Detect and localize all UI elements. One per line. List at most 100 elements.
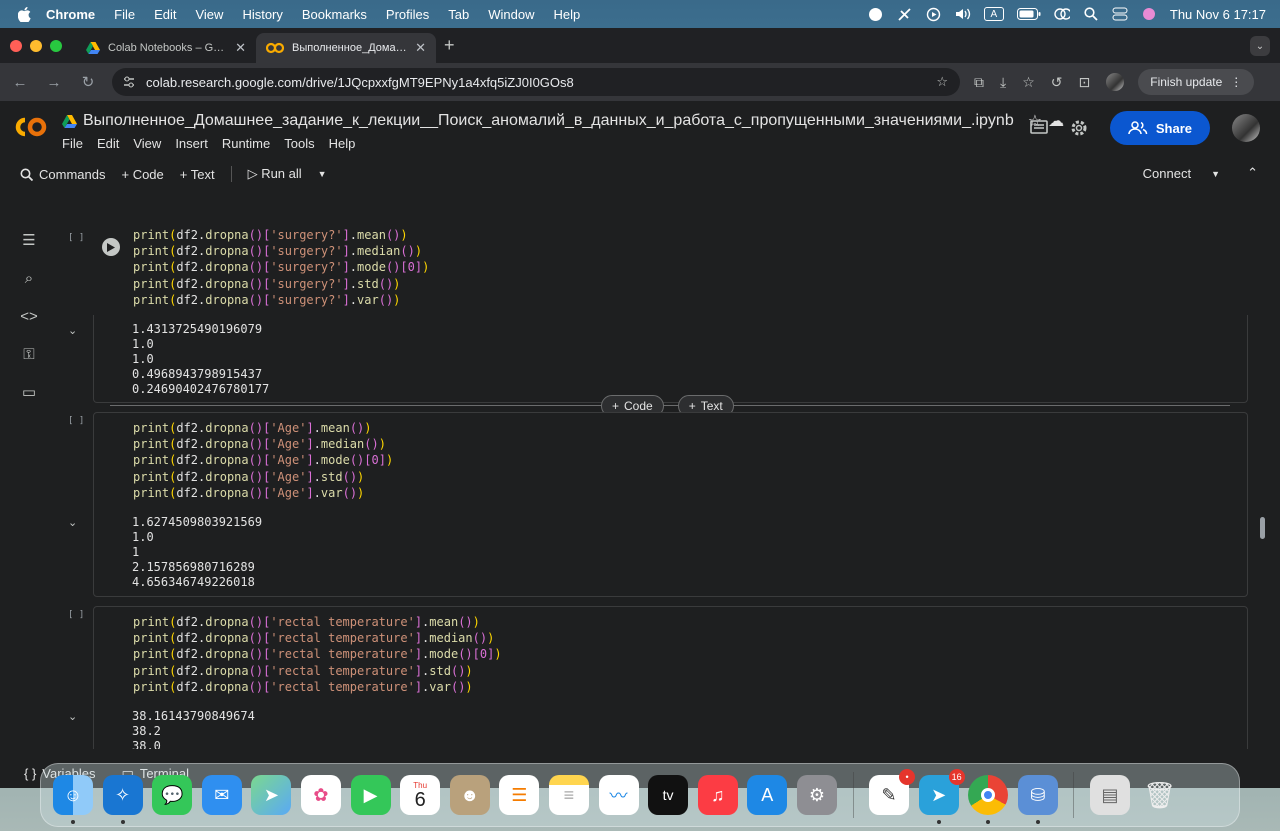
minimize-window-button[interactable] <box>30 39 42 52</box>
finish-update-button[interactable]: Finish update ⋮ <box>1138 69 1255 95</box>
bookmarks-star-icon[interactable]: ☆ <box>1022 74 1035 91</box>
feather-app-icon[interactable]: ✎ • <box>869 769 916 815</box>
reminders-icon[interactable]: ☰ <box>499 775 540 815</box>
telegram-icon[interactable]: ➤ 16 <box>918 769 965 824</box>
calendar-icon[interactable]: Thu 6 <box>400 775 441 815</box>
address-bar[interactable]: colab.research.google.com/drive/1JQcpxxf… <box>112 68 960 96</box>
menu-runtime[interactable]: Runtime <box>222 136 270 151</box>
output-collapse-chevron-icon[interactable]: ⌄ <box>68 516 77 529</box>
menubar-file[interactable]: File <box>114 7 135 22</box>
spotlight-search-icon[interactable] <box>1083 7 1099 21</box>
output-collapse-chevron-icon[interactable]: ⌄ <box>68 710 77 723</box>
profile-avatar[interactable] <box>1106 73 1125 91</box>
menu-insert[interactable]: Insert <box>175 136 208 151</box>
control-center-icon[interactable] <box>1112 7 1128 21</box>
close-window-button[interactable] <box>10 39 22 52</box>
add-text-button[interactable]: + Text <box>180 167 215 182</box>
tools-icon[interactable] <box>897 7 913 21</box>
capsule-app-icon[interactable]: ⛁ <box>1017 775 1058 824</box>
commands-button[interactable]: Commands <box>20 167 105 182</box>
forward-arrow-icon[interactable]: → <box>44 72 64 92</box>
tab-notebook[interactable]: Выполненное_Домашнее_з ✕ <box>256 33 436 63</box>
settings-gear-icon[interactable] <box>1070 119 1088 137</box>
secrets-key-icon[interactable]: ⚿ <box>19 344 39 364</box>
notification-badge-icon[interactable] <box>868 7 884 21</box>
connect-dropdown-icon[interactable]: ▼ <box>1211 169 1220 181</box>
screen-mirroring-icon[interactable] <box>1054 7 1070 21</box>
system-settings-icon[interactable]: ⚙ <box>796 775 837 815</box>
chrome-icon[interactable] <box>968 775 1009 824</box>
cell-code-editor[interactable]: print(df2.dropna()['Age'].mean()) print(… <box>133 420 393 501</box>
table-of-contents-icon[interactable]: ☰ <box>19 230 39 250</box>
share-button[interactable]: Share <box>1109 111 1210 145</box>
download-icon[interactable]: ⤓ <box>1000 74 1006 91</box>
finder-icon[interactable]: ☺ <box>53 775 93 824</box>
menubar-history[interactable]: History <box>242 7 282 22</box>
menubar-view[interactable]: View <box>195 7 223 22</box>
menubar-app-name[interactable]: Chrome <box>46 7 95 22</box>
site-info-icon[interactable] <box>122 75 136 89</box>
cell-code-editor[interactable]: print(df2.dropna()['rectal temperature']… <box>133 614 502 695</box>
zoom-window-button[interactable] <box>50 39 62 52</box>
menu-view[interactable]: View <box>133 136 161 151</box>
menubar-edit[interactable]: Edit <box>154 7 176 22</box>
siri-icon[interactable] <box>1141 7 1157 21</box>
extensions-puzzle-icon[interactable]: ⧉ <box>974 74 984 91</box>
menubar-profiles[interactable]: Profiles <box>386 7 429 22</box>
mail-icon[interactable]: ✉ <box>201 775 242 815</box>
run-cell-button[interactable] <box>102 238 120 256</box>
new-tab-button[interactable]: + <box>444 35 455 56</box>
input-source-icon[interactable]: A <box>983 7 1004 21</box>
connect-button[interactable]: Connect <box>1143 166 1191 181</box>
facetime-icon[interactable]: ▶ <box>350 775 391 815</box>
menubar-help[interactable]: Help <box>554 7 581 22</box>
play-circle-icon[interactable] <box>926 7 942 21</box>
menubar-bookmarks[interactable]: Bookmarks <box>302 7 367 22</box>
notebook-scrollbar[interactable] <box>1260 517 1265 539</box>
back-arrow-icon[interactable]: ← <box>10 72 30 92</box>
user-avatar[interactable] <box>1232 114 1260 142</box>
apple-tv-icon[interactable]: tv <box>648 775 689 815</box>
documents-stack-icon[interactable]: ▤ <box>1090 775 1131 815</box>
bookmark-star-icon[interactable]: ☆ <box>936 74 948 90</box>
add-code-button[interactable]: + Code <box>121 167 163 182</box>
reload-icon[interactable]: ↻ <box>78 72 98 92</box>
safari-icon[interactable]: ✧ <box>102 775 143 824</box>
menu-tools[interactable]: Tools <box>284 136 314 151</box>
freeform-icon[interactable]: 〰 <box>598 775 639 815</box>
screenshot-icon[interactable]: ⊡ <box>1079 74 1091 91</box>
menubar-tab[interactable]: Tab <box>448 7 469 22</box>
cell-code-editor[interactable]: print(df2.dropna()['surgery?'].mean()) p… <box>133 227 429 308</box>
notes-icon[interactable]: ≡ <box>548 775 589 815</box>
code-cell[interactable]: [ ] print(df2.dropna()['surgery?'].mean(… <box>58 227 1248 405</box>
find-replace-icon[interactable]: ⌕ <box>19 268 39 288</box>
files-folder-icon[interactable]: ▭ <box>19 382 39 402</box>
collapse-chevron-up-icon[interactable]: ⌃ <box>1247 165 1258 181</box>
run-all-button[interactable]: ▷ Run all <box>248 166 302 182</box>
photos-icon[interactable]: ✿ <box>300 775 341 815</box>
tab-colab-notebooks[interactable]: Colab Notebooks – Google Д ✕ <box>76 33 256 63</box>
code-cell[interactable]: [ ] print(df2.dropna()['Age'].mean()) pr… <box>58 412 1248 597</box>
code-snippets-icon[interactable]: <> <box>19 306 39 326</box>
menu-edit[interactable]: Edit <box>97 136 119 151</box>
music-icon[interactable]: ♫ <box>697 775 738 815</box>
menubar-window[interactable]: Window <box>488 7 534 22</box>
app-store-icon[interactable]: A <box>747 775 788 815</box>
messages-icon[interactable]: 💬 <box>152 775 193 815</box>
battery-icon[interactable] <box>1016 7 1041 21</box>
menu-help[interactable]: Help <box>329 136 356 151</box>
contacts-icon[interactable]: ☻ <box>449 775 490 815</box>
history-icon[interactable]: ↺ <box>1051 74 1063 91</box>
url-text[interactable]: colab.research.google.com/drive/1JQcpxxf… <box>146 75 574 90</box>
code-cell[interactable]: [ ] print(df2.dropna()['rectal temperatu… <box>58 606 1248 749</box>
colab-logo[interactable] <box>14 115 48 139</box>
close-tab-icon[interactable]: ✕ <box>235 40 246 56</box>
tab-search-chevron-icon[interactable]: ⌄ <box>1250 36 1270 56</box>
notebook-title[interactable]: Выполненное_Домашнее_задание_к_лекции__П… <box>83 112 1014 130</box>
trash-icon[interactable]: 🗑 <box>1140 775 1180 815</box>
comment-icon[interactable] <box>1030 120 1048 136</box>
volume-icon[interactable] <box>955 7 971 21</box>
output-collapse-chevron-icon[interactable]: ⌄ <box>68 324 77 337</box>
run-all-dropdown-icon[interactable]: ▼ <box>318 169 327 179</box>
menubar-clock[interactable]: Thu Nov 6 17:17 <box>1170 7 1266 22</box>
